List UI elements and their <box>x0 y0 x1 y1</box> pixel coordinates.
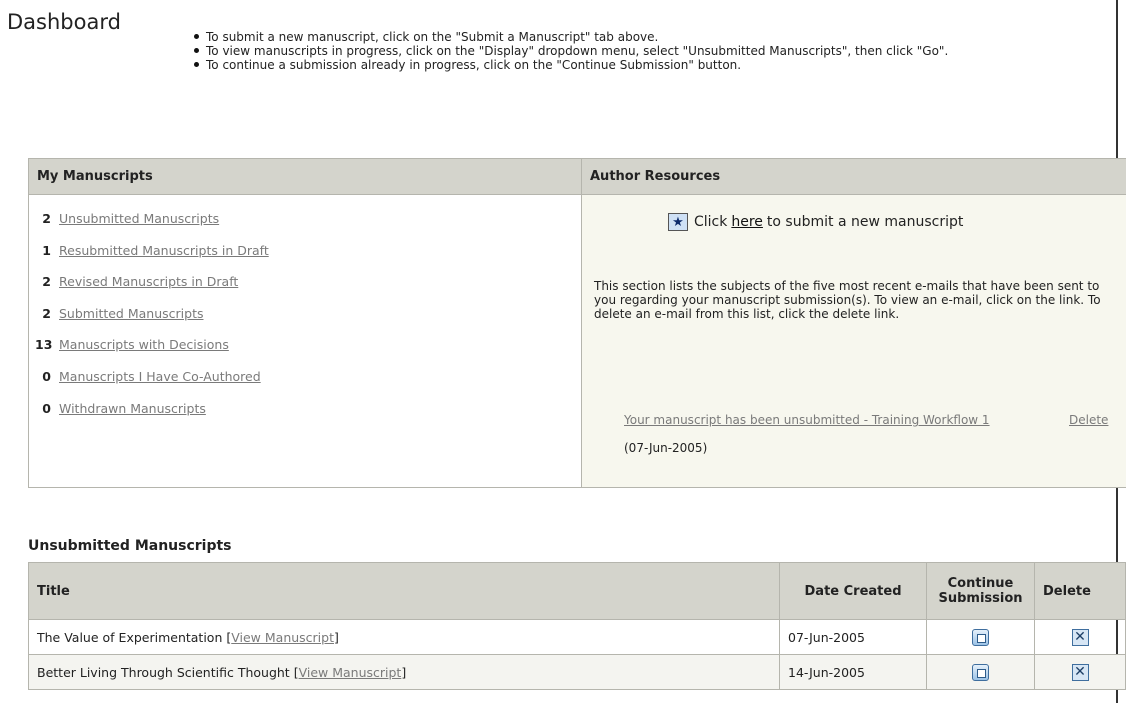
manuscript-title-cell: The Value of Experimentation [View Manus… <box>28 619 780 655</box>
manuscript-count: 2 <box>42 274 51 290</box>
manuscript-title: The Value of Experimentation <box>37 629 223 645</box>
manuscript-title: Better Living Through Scientific Thought <box>37 664 290 680</box>
list-item: 2 Revised Manuscripts in Draft <box>35 274 269 306</box>
author-resources-header: Author Resources <box>582 159 1126 195</box>
column-continue-submission: Continue Submission <box>926 562 1035 620</box>
decisions-manuscripts-link[interactable]: Manuscripts with Decisions <box>59 337 229 369</box>
list-item: 0 Manuscripts I Have Co-Authored <box>35 369 269 401</box>
my-manuscripts-header: My Manuscripts <box>29 159 582 195</box>
manuscript-count: 0 <box>42 368 51 384</box>
resources-description: This section lists the subjects of the f… <box>594 279 1101 321</box>
table-row: The Value of Experimentation [View Manus… <box>28 619 1126 655</box>
table-row: Better Living Through Scientific Thought… <box>28 654 1126 690</box>
instruction-item: To view manuscripts in progress, click o… <box>190 44 1070 58</box>
manuscript-count: 13 <box>35 337 53 353</box>
star-icon[interactable]: ★ <box>668 213 688 231</box>
list-item: 2 Submitted Manuscripts <box>35 306 269 338</box>
coauthored-manuscripts-link[interactable]: Manuscripts I Have Co-Authored <box>59 369 261 401</box>
delete-x-icon[interactable]: ✕ <box>1071 663 1089 681</box>
instructions-list: To submit a new manuscript, click on the… <box>190 30 1070 72</box>
delete-cell: ✕ <box>1034 619 1126 655</box>
view-manuscript-link[interactable]: View Manuscript <box>231 630 334 645</box>
submitted-manuscripts-link[interactable]: Submitted Manuscripts <box>59 306 203 338</box>
continue-submission-icon[interactable] <box>972 628 989 646</box>
manuscript-title-cell: Better Living Through Scientific Thought… <box>28 654 780 690</box>
list-item: 13 Manuscripts with Decisions <box>35 337 269 369</box>
date-created-cell: 07-Jun-2005 <box>779 619 927 655</box>
view-manuscript-link[interactable]: View Manuscript <box>299 665 402 680</box>
unsubmitted-section-title: Unsubmitted Manuscripts <box>28 538 232 554</box>
column-title[interactable]: Title <box>28 562 780 620</box>
submit-prefix: Click <box>694 214 728 230</box>
unsubmitted-manuscripts-link[interactable]: Unsubmitted Manuscripts <box>59 211 219 243</box>
list-item: 2 Unsubmitted Manuscripts <box>35 211 269 243</box>
table-header-row: Title Date Created Continue Submission D… <box>28 562 1126 620</box>
author-resources-panel: ★ Click here to submit a new manuscript … <box>582 195 1126 487</box>
continue-cell <box>926 654 1035 690</box>
manuscript-count: 2 <box>42 305 51 321</box>
withdrawn-manuscripts-link[interactable]: Withdrawn Manuscripts <box>59 401 206 433</box>
delete-cell: ✕ <box>1034 654 1126 690</box>
continue-submission-icon[interactable] <box>972 663 989 681</box>
dashboard-panels: My Manuscripts Author Resources 2 Unsubm… <box>28 158 1126 488</box>
manuscript-count: 2 <box>42 211 51 226</box>
email-subject-link[interactable]: Your manuscript has been unsubmitted - T… <box>624 413 994 427</box>
unsubmitted-table: Title Date Created Continue Submission D… <box>28 562 1126 690</box>
instruction-item: To continue a submission already in prog… <box>190 58 1070 72</box>
submit-suffix: to submit a new manuscript <box>766 214 964 230</box>
manuscript-count: 1 <box>42 242 51 258</box>
column-delete: Delete <box>1034 562 1126 620</box>
continue-cell <box>926 619 1035 655</box>
my-manuscripts-panel: 2 Unsubmitted Manuscripts 1 Resubmitted … <box>29 195 582 487</box>
column-date-created[interactable]: Date Created <box>779 562 927 620</box>
resubmitted-manuscripts-link[interactable]: Resubmitted Manuscripts in Draft <box>59 243 269 275</box>
email-delete-link[interactable]: Delete <box>1069 413 1108 427</box>
manuscript-count: 0 <box>42 400 51 416</box>
submit-new-manuscript-row: ★ Click here to submit a new manuscript <box>668 213 963 231</box>
instruction-item: To submit a new manuscript, click on the… <box>190 30 1070 44</box>
manuscript-status-list: 2 Unsubmitted Manuscripts 1 Resubmitted … <box>35 211 269 432</box>
submit-here-link[interactable]: here <box>731 214 763 230</box>
revised-manuscripts-link[interactable]: Revised Manuscripts in Draft <box>59 274 238 306</box>
delete-x-icon[interactable]: ✕ <box>1071 628 1089 646</box>
page-frame: Dashboard To submit a new manuscript, cl… <box>0 0 1126 703</box>
email-date: (07-Jun-2005) <box>624 441 708 455</box>
date-created-cell: 14-Jun-2005 <box>779 654 927 690</box>
page-title: Dashboard <box>7 10 121 34</box>
list-item: 1 Resubmitted Manuscripts in Draft <box>35 242 269 275</box>
list-item: 0 Withdrawn Manuscripts <box>35 401 269 433</box>
